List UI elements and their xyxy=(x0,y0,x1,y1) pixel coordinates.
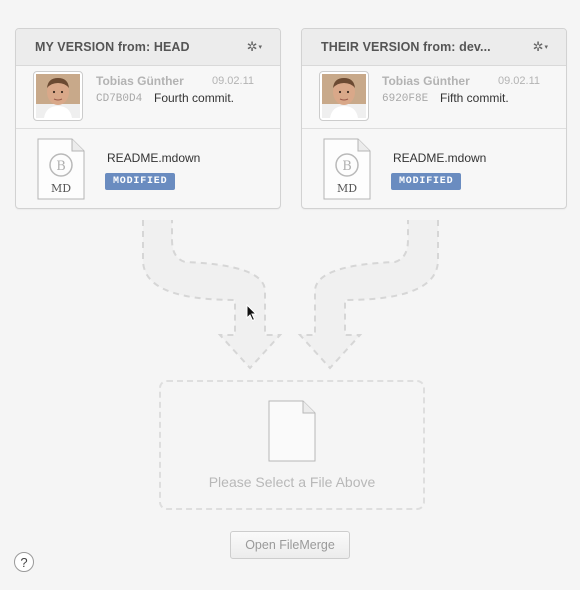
merge-arrows-icon xyxy=(142,220,439,370)
select-file-hint: Please Select a File Above xyxy=(208,474,376,490)
open-filemerge-button[interactable]: Open FileMerge xyxy=(230,531,350,559)
document-icon xyxy=(267,400,317,467)
merge-result-dropzone: Please Select a File Above xyxy=(159,380,425,510)
help-button[interactable]: ? xyxy=(14,552,34,572)
mouse-cursor-icon xyxy=(246,303,258,327)
